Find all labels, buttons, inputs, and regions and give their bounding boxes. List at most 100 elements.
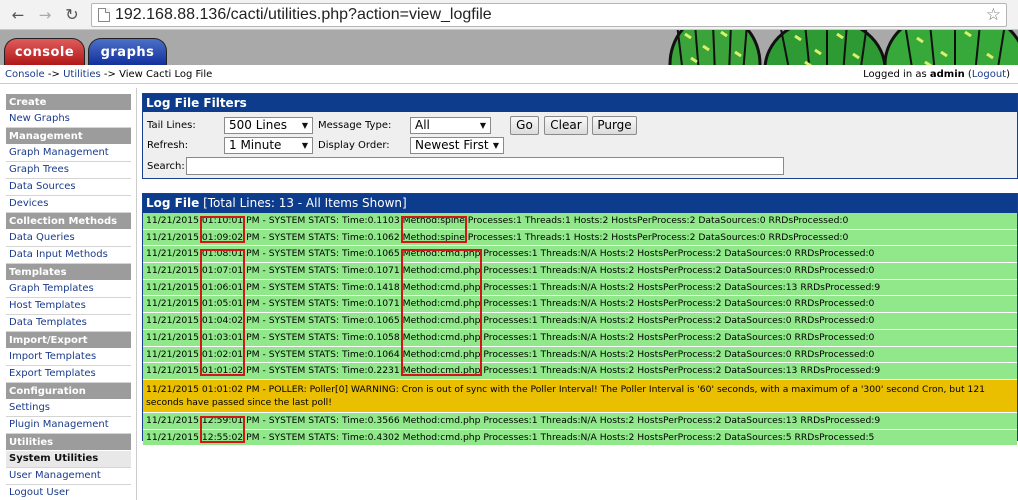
log-row: 11/21/2015 01:10:01 PM - SYSTEM STATS: T… — [143, 213, 1017, 230]
purge-button[interactable]: Purge — [592, 116, 637, 135]
log-rest: Processes:1 Threads:1 Hosts:2 HostsPerPr… — [467, 215, 849, 226]
address-bar[interactable]: 192.168.88.136/cacti/utilities.php?actio… — [91, 3, 1007, 27]
refresh-label: Refresh: — [147, 140, 189, 151]
search-input[interactable] — [186, 157, 784, 175]
sidebar-heading: Templates — [6, 264, 131, 281]
log-text: PM - SYSTEM STATS: Time:0.1065 — [246, 315, 400, 327]
arrow-right-icon[interactable]: → — [35, 5, 55, 25]
log-text: PM - SYSTEM STATS: Time:0.1071 — [246, 265, 400, 277]
log-file-summary: [Total Lines: 13 - All Items Shown] — [203, 196, 407, 210]
sidebar-item[interactable]: Graph Management — [6, 145, 131, 162]
breadcrumb-current: View Cacti Log File — [119, 69, 213, 80]
log-row: 11/21/2015 01:04:02 PM - SYSTEM STATS: T… — [143, 313, 1017, 330]
log-text: PM - SYSTEM STATS: Time:0.1065 — [246, 248, 400, 260]
log-text: PM - SYSTEM STATS: Time:0.4302 — [246, 431, 400, 443]
log-row: 11/21/2015 01:06:01 PM - SYSTEM STATS: T… — [143, 279, 1017, 297]
sidebar-item[interactable]: Data Queries — [6, 230, 131, 247]
log-date: 11/21/2015 — [146, 365, 199, 377]
reload-icon[interactable]: ↻ — [62, 5, 82, 25]
sidebar-item[interactable]: Data Input Methods — [6, 247, 131, 264]
sidebar-item[interactable]: Devices — [6, 196, 131, 213]
tab-graphs[interactable]: graphs — [88, 38, 167, 65]
chevron-down-icon: ▼ — [492, 141, 499, 150]
sidebar-item[interactable]: Export Templates — [6, 366, 131, 383]
sidebar-heading: Utilities — [6, 434, 131, 451]
breadcrumb-console[interactable]: Console — [5, 69, 45, 80]
log-file-title: Log File — [146, 196, 200, 210]
star-icon[interactable]: ☆ — [986, 4, 1001, 26]
log-row: 11/21/2015 01:05:01 PM - SYSTEM STATS: T… — [143, 296, 1017, 314]
tail-lines-select[interactable]: 500 Lines ▼ — [224, 117, 313, 134]
logout-link[interactable]: Logout — [972, 69, 1006, 80]
log-text: PM - SYSTEM STATS: Time:0.1058 — [246, 331, 400, 343]
filters-title: Log File Filters — [143, 94, 1017, 112]
sidebar-item[interactable]: Graph Templates — [6, 281, 131, 298]
sidebar-item[interactable]: Data Templates — [6, 315, 131, 332]
highlight-box — [199, 249, 246, 377]
clear-button[interactable]: Clear — [544, 116, 588, 135]
log-rows: 11/21/2015 01:10:01 PM - SYSTEM STATS: T… — [143, 213, 1017, 447]
log-text: PM - SYSTEM STATS: Time:0.3566 — [246, 414, 400, 426]
log-row: 11/21/2015 01:09:02 PM - SYSTEM STATS: T… — [143, 229, 1017, 247]
breadcrumb-bar: Console -> Utilities -> View Cacti Log F… — [0, 65, 1018, 84]
sidebar-item[interactable]: Logout User — [6, 485, 131, 500]
sidebar-item[interactable]: Data Sources — [6, 179, 131, 196]
log-date: 11/21/2015 — [146, 348, 199, 360]
log-row: 11/21/2015 01:01:02 PM - SYSTEM STATS: T… — [143, 363, 1017, 380]
log-date: 11/21/2015 — [146, 281, 199, 293]
log-rest: Processes:1 Threads:N/A Hosts:2 HostsPer… — [483, 298, 875, 310]
log-row: 11/21/2015 12:59:01 PM - SYSTEM STATS: T… — [143, 412, 1017, 430]
breadcrumb-separator: -> — [103, 69, 116, 80]
arrow-left-icon[interactable]: ← — [8, 5, 28, 25]
log-rest: Processes:1 Threads:N/A Hosts:2 HostsPer… — [483, 265, 875, 277]
breadcrumb-utilities[interactable]: Utilities — [63, 69, 101, 80]
sidebar-item[interactable]: New Graphs — [6, 111, 131, 128]
sidebar-item[interactable]: Graph Trees — [6, 162, 131, 179]
sidebar-item[interactable]: User Management — [6, 468, 131, 485]
log-text: PM - SYSTEM STATS: Time:0.2231 — [246, 365, 400, 377]
sidebar-item[interactable]: Host Templates — [6, 298, 131, 315]
go-button[interactable]: Go — [510, 116, 539, 135]
message-type-label: Message Type: — [318, 120, 392, 131]
log-rest: Processes:1 Threads:N/A Hosts:2 HostsPer… — [483, 315, 875, 327]
log-rest: Processes:1 Threads:N/A Hosts:2 HostsPer… — [483, 365, 881, 377]
tab-console[interactable]: console — [4, 38, 85, 65]
log-row-warning: 11/21/2015 01:01:02 PM - POLLER: Poller[… — [143, 379, 1017, 413]
log-rest: Processes:1 Threads:N/A Hosts:2 HostsPer… — [483, 331, 875, 343]
message-type-select[interactable]: All ▼ — [410, 117, 491, 134]
sidebar-heading: Management — [6, 128, 131, 145]
highlight-box — [199, 415, 246, 443]
log-text: PM - SYSTEM STATS: Time:0.1071 — [246, 298, 400, 310]
log-row: 11/21/2015 01:02:01 PM - SYSTEM STATS: T… — [143, 346, 1017, 364]
log-rest: Processes:1 Threads:1 Hosts:2 HostsPerPr… — [467, 231, 849, 243]
url-text[interactable]: 192.168.88.136/cacti/utilities.php?actio… — [115, 4, 492, 26]
log-date: 11/21/2015 — [146, 315, 199, 327]
log-date: 11/21/2015 — [146, 231, 199, 243]
log-file-header: Log File [Total Lines: 13 - All Items Sh… — [143, 194, 1017, 213]
sidebar-heading: Collection Methods — [6, 213, 131, 230]
sidebar-divider — [136, 88, 137, 500]
log-row: 11/21/2015 01:08:01 PM - SYSTEM STATS: T… — [143, 246, 1017, 264]
display-order-select[interactable]: Newest First ▼ — [410, 137, 504, 154]
breadcrumb: Console -> Utilities -> View Cacti Log F… — [5, 69, 212, 80]
sidebar-item[interactable]: Plugin Management — [6, 417, 131, 434]
log-rest: Processes:1 Threads:N/A Hosts:2 HostsPer… — [483, 414, 881, 426]
login-prefix: Logged in as — [863, 69, 927, 80]
display-order-value: Newest First — [415, 138, 489, 152]
login-info: Logged in as admin (Logout) — [863, 69, 1010, 80]
log-text: PM - SYSTEM STATS: Time:0.1062 — [246, 231, 400, 243]
log-date: 11/21/2015 — [146, 414, 199, 426]
log-row: 11/21/2015 01:07:01 PM - SYSTEM STATS: T… — [143, 263, 1017, 280]
log-text: PM - SYSTEM STATS: Time:0.1103 — [246, 215, 400, 226]
sidebar-item[interactable]: System Utilities — [6, 451, 131, 468]
log-file-panel: Log File [Total Lines: 13 - All Items Sh… — [142, 193, 1018, 447]
chevron-down-icon: ▼ — [301, 121, 308, 130]
sidebar-item[interactable]: Import Templates — [6, 349, 131, 366]
browser-toolbar: ← → ↻ 192.168.88.136/cacti/utilities.php… — [0, 0, 1018, 30]
chevron-down-icon: ▼ — [479, 121, 486, 130]
log-rest: Processes:1 Threads:N/A Hosts:2 HostsPer… — [483, 281, 881, 293]
refresh-select[interactable]: 1 Minute ▼ — [224, 137, 313, 154]
sidebar-item[interactable]: Settings — [6, 400, 131, 417]
log-text: PM - SYSTEM STATS: Time:0.1418 — [246, 281, 400, 293]
sidebar-heading: Import/Export — [6, 332, 131, 349]
